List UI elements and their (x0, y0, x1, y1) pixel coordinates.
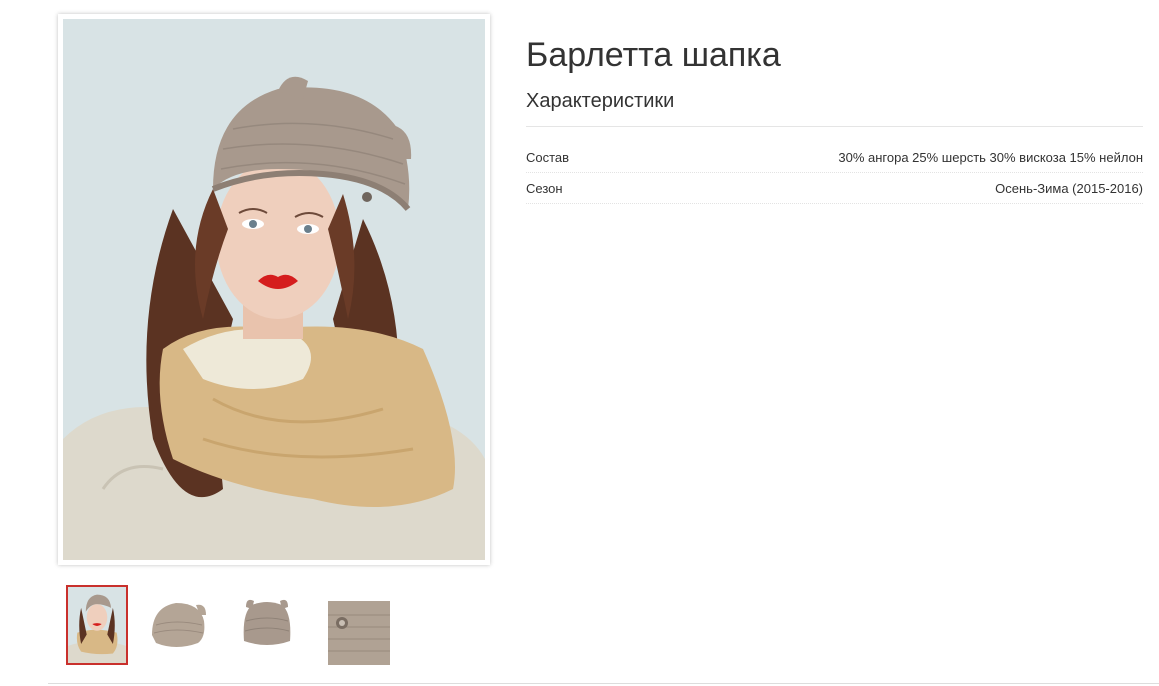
spec-value: 30% ангора 25% шерсть 30% вискоза 15% не… (838, 149, 1143, 165)
specs-heading: Характеристики (526, 90, 675, 112)
product-title: Барлетта шапка (526, 36, 781, 74)
specs-table: Состав 30% ангора 25% шерсть 30% вискоза… (526, 142, 1143, 204)
spec-row-composition: Состав 30% ангора 25% шерсть 30% вискоза… (526, 142, 1143, 173)
product-page: Барлетта шапка Характеристики Состав 30%… (0, 0, 1159, 686)
thumbnail-hat-side-view[interactable] (146, 585, 208, 665)
spec-name: Сезон (526, 180, 563, 196)
main-product-image[interactable] (63, 19, 485, 560)
thumbnail-hat-front-view[interactable] (236, 585, 298, 665)
spec-row-season: Сезон Осень-Зима (2015-2016) (526, 173, 1143, 204)
spec-name: Состав (526, 149, 570, 165)
section-divider (48, 683, 1159, 684)
main-product-image-frame (58, 14, 490, 565)
spec-value: Осень-Зима (2015-2016) (995, 180, 1143, 196)
thumbnail-hat-detail-view[interactable] (328, 585, 390, 665)
specs-divider (526, 126, 1143, 127)
thumbnail-model-photo[interactable] (66, 585, 128, 665)
